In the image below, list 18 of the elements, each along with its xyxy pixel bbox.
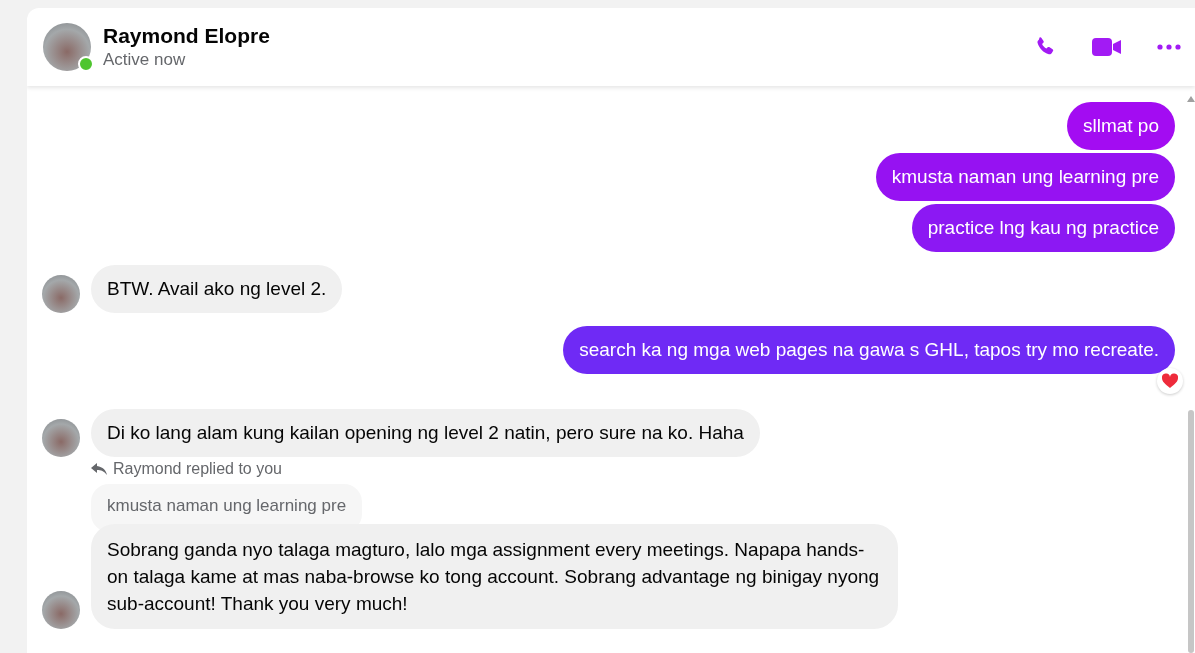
scroll-up-arrow-icon[interactable] (1187, 96, 1195, 102)
avatar[interactable] (42, 419, 80, 457)
message-bubble: sllmat po (1066, 102, 1175, 150)
message-bubble: Sobrang ganda nyo talaga magturo, lalo mga assignment every meetings. Napapa hands-on talaga kame at mas naba-browse ko tong account. Sobrang advantage ng binigay nyong sub-account! Thank you very much! (91, 524, 898, 629)
reply-label: Raymond replied to you (113, 460, 282, 478)
contact-name: Raymond Elopre (103, 24, 270, 48)
message-bubble: kmusta naman ung learning pre (875, 153, 1175, 201)
message-bubble: BTW. Avail ako ng level 2. (91, 265, 343, 313)
scrollbar-thumb[interactable] (1188, 410, 1194, 653)
avatar[interactable] (42, 591, 80, 629)
reply-arrow-icon (91, 463, 107, 475)
more-options-icon[interactable] (1157, 44, 1181, 50)
message-bubble: practice lng kau ng practice (911, 204, 1175, 252)
active-status: Active now (103, 50, 187, 70)
video-camera-icon[interactable] (1091, 36, 1123, 58)
message-bubble: Di ko lang alam kung kailan opening ng level 2 natin, pero sure na ko. Haha (91, 409, 760, 457)
avatar[interactable] (42, 275, 80, 313)
avatar[interactable] (43, 23, 91, 71)
